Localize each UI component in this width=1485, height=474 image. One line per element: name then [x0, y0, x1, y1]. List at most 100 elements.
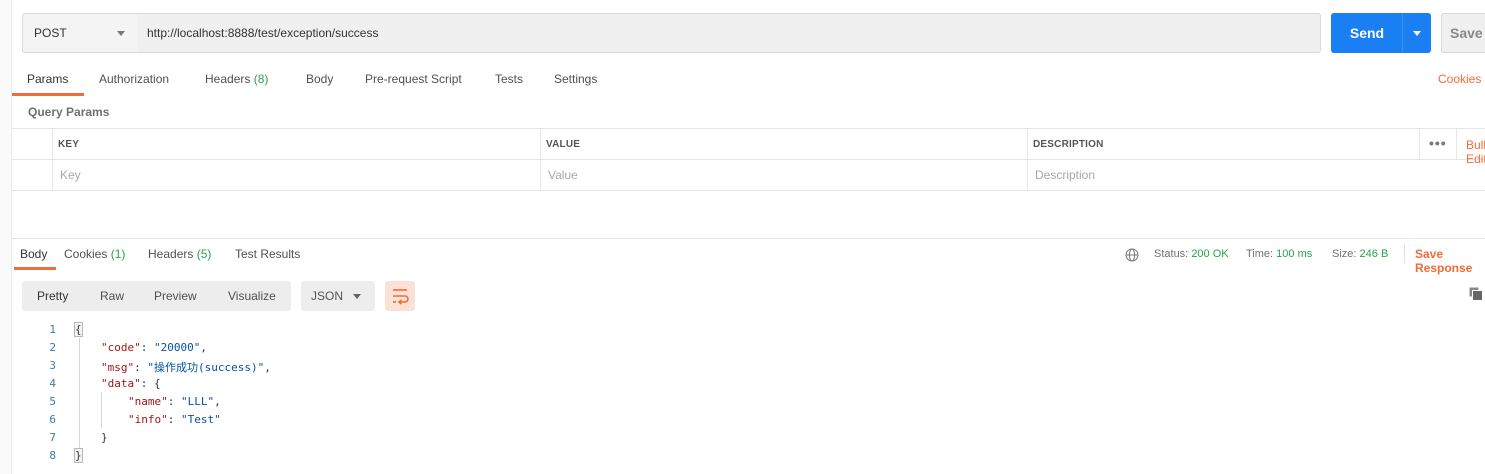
column-header-key: KEY: [58, 139, 80, 150]
active-tab-indicator: [12, 93, 84, 96]
bulk-edit-link[interactable]: Bulk Edit: [1466, 138, 1485, 166]
key-input[interactable]: Key: [60, 168, 81, 182]
table-top-border: [12, 128, 1485, 129]
code-brace: {: [74, 322, 83, 337]
column-divider: [540, 128, 541, 190]
json-value: "LLL": [181, 395, 215, 408]
wrap-lines-button[interactable]: [385, 281, 415, 311]
line-number: 3: [49, 359, 56, 372]
response-tab-test-results[interactable]: Test Results: [235, 247, 300, 261]
tab-pre-request-script[interactable]: Pre-request Script: [365, 72, 462, 86]
response-tab-cookies-count: (1): [110, 247, 126, 261]
tab-authorization[interactable]: Authorization: [99, 72, 169, 86]
response-tab-body[interactable]: Body: [20, 247, 47, 261]
url-input[interactable]: http://localhost:8888/test/exception/suc…: [137, 13, 1321, 53]
chevron-down-icon: [117, 31, 125, 36]
json-key: "data": [101, 377, 141, 390]
method-label: POST: [34, 26, 67, 40]
line-number: 1: [49, 323, 56, 336]
line-number: 5: [49, 395, 56, 408]
chevron-down-icon: [353, 294, 361, 299]
column-divider: [1456, 128, 1457, 159]
copy-icon[interactable]: [1469, 287, 1483, 301]
url-text: http://localhost:8888/test/exception/suc…: [147, 26, 379, 40]
format-visualize-button[interactable]: Visualize: [228, 289, 276, 303]
json-key: "msg": [101, 361, 135, 374]
size-label: Size:: [1332, 248, 1357, 260]
line-number: 2: [49, 341, 56, 354]
response-tab-headers[interactable]: Headers (5): [148, 247, 211, 261]
response-tab-headers-count: (5): [196, 247, 212, 261]
response-divider: [12, 238, 1485, 239]
query-params-title: Query Params: [28, 105, 110, 119]
json-key: "code": [101, 341, 141, 354]
indent-guide: [101, 392, 102, 428]
time-label: Time:: [1246, 248, 1274, 260]
response-tab-cookies[interactable]: Cookies (1): [64, 247, 125, 261]
tab-params[interactable]: Params: [27, 72, 68, 86]
format-raw-button[interactable]: Raw: [100, 289, 124, 303]
json-value: "操作成功(success)": [147, 361, 265, 374]
cookies-link[interactable]: Cookies: [1438, 72, 1481, 86]
tab-settings[interactable]: Settings: [554, 72, 597, 86]
code-line: "code": "20000",: [101, 341, 207, 354]
response-tab-headers-label: Headers: [148, 247, 194, 261]
send-options-button[interactable]: [1402, 13, 1431, 53]
value-input[interactable]: Value: [548, 168, 578, 182]
line-number: 4: [49, 377, 56, 390]
tab-headers-label: Headers: [205, 72, 251, 86]
json-key: "name": [128, 395, 168, 408]
code-line: }: [101, 431, 108, 444]
language-label: JSON: [311, 289, 344, 303]
active-response-tab-indicator: [14, 267, 56, 270]
time-value: 100 ms: [1276, 248, 1313, 260]
size-indicator: Size: 246 B: [1332, 248, 1388, 260]
language-select[interactable]: JSON: [301, 281, 375, 311]
response-tab-cookies-label: Cookies: [64, 247, 108, 261]
tab-tests[interactable]: Tests: [495, 72, 523, 86]
line-number: 6: [49, 413, 56, 426]
table-bottom-border: [12, 190, 1485, 191]
column-header-description: DESCRIPTION: [1033, 139, 1104, 150]
description-input[interactable]: Description: [1035, 168, 1095, 182]
code-brace: {: [154, 377, 161, 390]
code-line: "msg": "操作成功(success)",: [101, 361, 271, 374]
size-value: 246 B: [1359, 248, 1389, 260]
status-indicator: Status: 200 OK: [1154, 248, 1229, 260]
more-options-icon[interactable]: •••: [1429, 135, 1447, 151]
save-button[interactable]: Save: [1441, 13, 1485, 53]
column-divider: [1419, 128, 1420, 159]
line-number: 8: [49, 449, 56, 462]
table-header-border: [12, 159, 1485, 160]
column-header-value: VALUE: [546, 139, 581, 150]
json-value: "20000": [154, 341, 201, 354]
status-label: Status:: [1154, 248, 1189, 260]
code-line: "data": {: [101, 377, 161, 390]
chevron-down-icon: [1413, 31, 1421, 36]
format-preview-button[interactable]: Preview: [154, 289, 197, 303]
tab-body[interactable]: Body: [306, 72, 333, 86]
json-key: "info": [128, 413, 168, 426]
code-brace: }: [74, 448, 83, 463]
code-line: {: [74, 322, 83, 337]
column-divider: [52, 128, 53, 190]
status-separator: [1404, 245, 1405, 263]
status-value: 200 OK: [1191, 248, 1229, 260]
time-indicator: Time: 100 ms: [1246, 248, 1312, 260]
tab-headers[interactable]: Headers (8): [205, 72, 268, 86]
tab-headers-count: (8): [253, 72, 269, 86]
line-number: 7: [49, 431, 56, 444]
code-line: }: [74, 448, 83, 463]
send-button[interactable]: Send: [1331, 13, 1403, 53]
code-line: "name": "LLL",: [128, 395, 221, 408]
format-pretty-button[interactable]: Pretty: [37, 289, 68, 303]
method-select[interactable]: POST: [22, 13, 138, 53]
wrap-lines-icon: [393, 289, 409, 305]
globe-icon[interactable]: [1125, 248, 1139, 262]
save-response-button[interactable]: Save Response: [1415, 247, 1485, 275]
code-brace: }: [101, 431, 108, 444]
indent-guide: [79, 338, 80, 456]
left-gutter: [0, 0, 12, 474]
column-divider: [1027, 128, 1028, 190]
code-line: "info": "Test": [128, 413, 221, 426]
